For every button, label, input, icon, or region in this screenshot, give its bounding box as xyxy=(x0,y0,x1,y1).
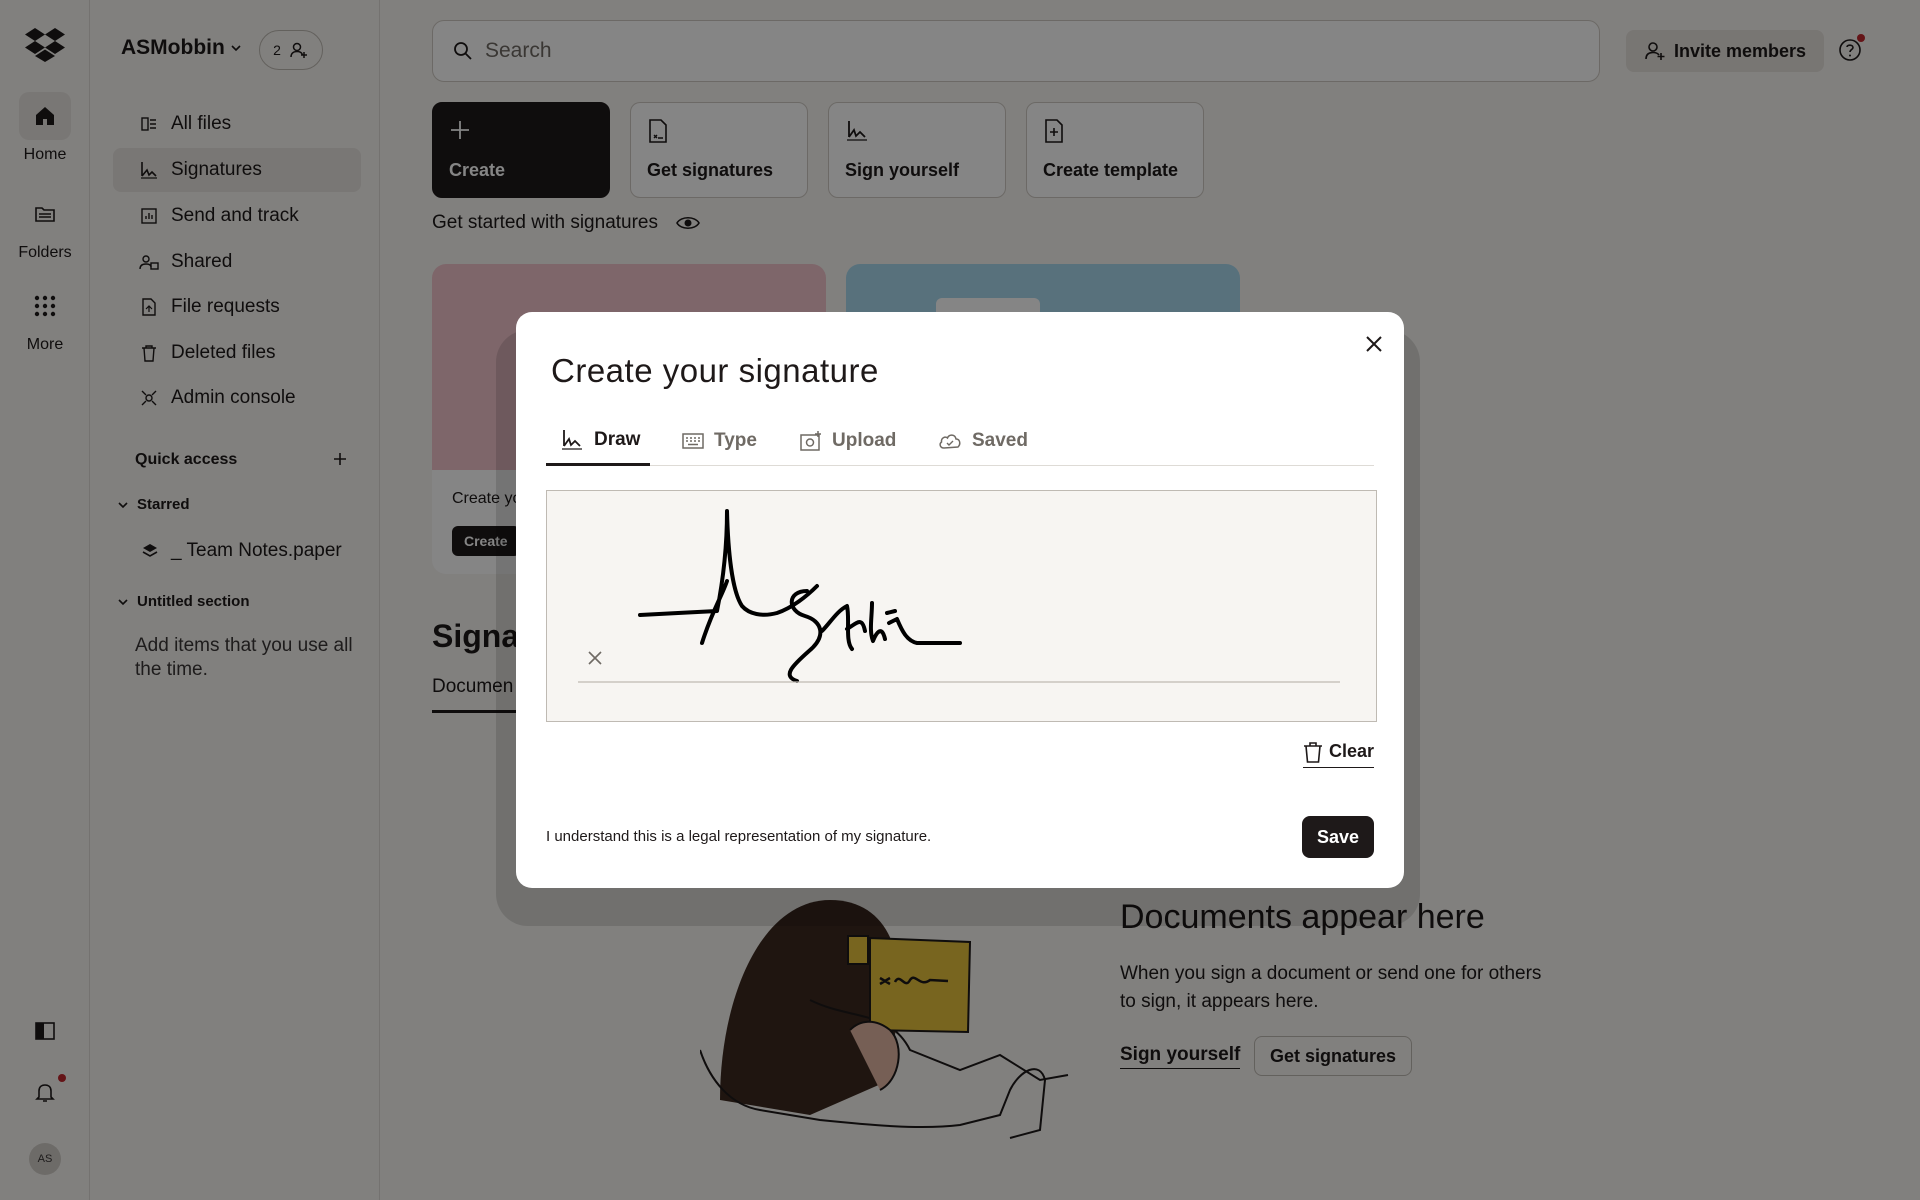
cloud-icon xyxy=(939,434,961,449)
save-button[interactable]: Save xyxy=(1302,816,1374,858)
keyboard-icon xyxy=(682,433,704,449)
clear-button[interactable]: Clear xyxy=(1303,736,1375,768)
tab-type-label: Type xyxy=(714,430,757,451)
signature-tabs: Draw Type Upload Saved xyxy=(546,416,1374,466)
upload-icon xyxy=(800,431,821,451)
tab-type[interactable]: Type xyxy=(682,416,757,466)
draw-icon xyxy=(562,429,582,450)
close-button[interactable] xyxy=(1360,330,1388,358)
create-signature-dialog: Create your signature Draw Type Upload S… xyxy=(516,312,1404,888)
tab-saved-label: Saved xyxy=(972,430,1028,451)
tab-upload-label: Upload xyxy=(832,430,897,451)
close-icon xyxy=(1366,336,1382,352)
signature-drawing xyxy=(578,509,1340,683)
dialog-title: Create your signature xyxy=(551,352,879,389)
tab-draw[interactable]: Draw xyxy=(546,416,651,466)
trash-icon xyxy=(1304,741,1322,763)
clear-mark-icon xyxy=(588,651,602,665)
tab-saved[interactable]: Saved xyxy=(938,416,1028,466)
clear-label: Clear xyxy=(1329,741,1375,761)
tab-draw-label: Draw xyxy=(594,428,641,450)
tab-upload[interactable]: Upload xyxy=(800,416,896,466)
signature-canvas[interactable] xyxy=(546,490,1377,722)
legal-disclaimer: I understand this is a legal representat… xyxy=(546,828,932,845)
